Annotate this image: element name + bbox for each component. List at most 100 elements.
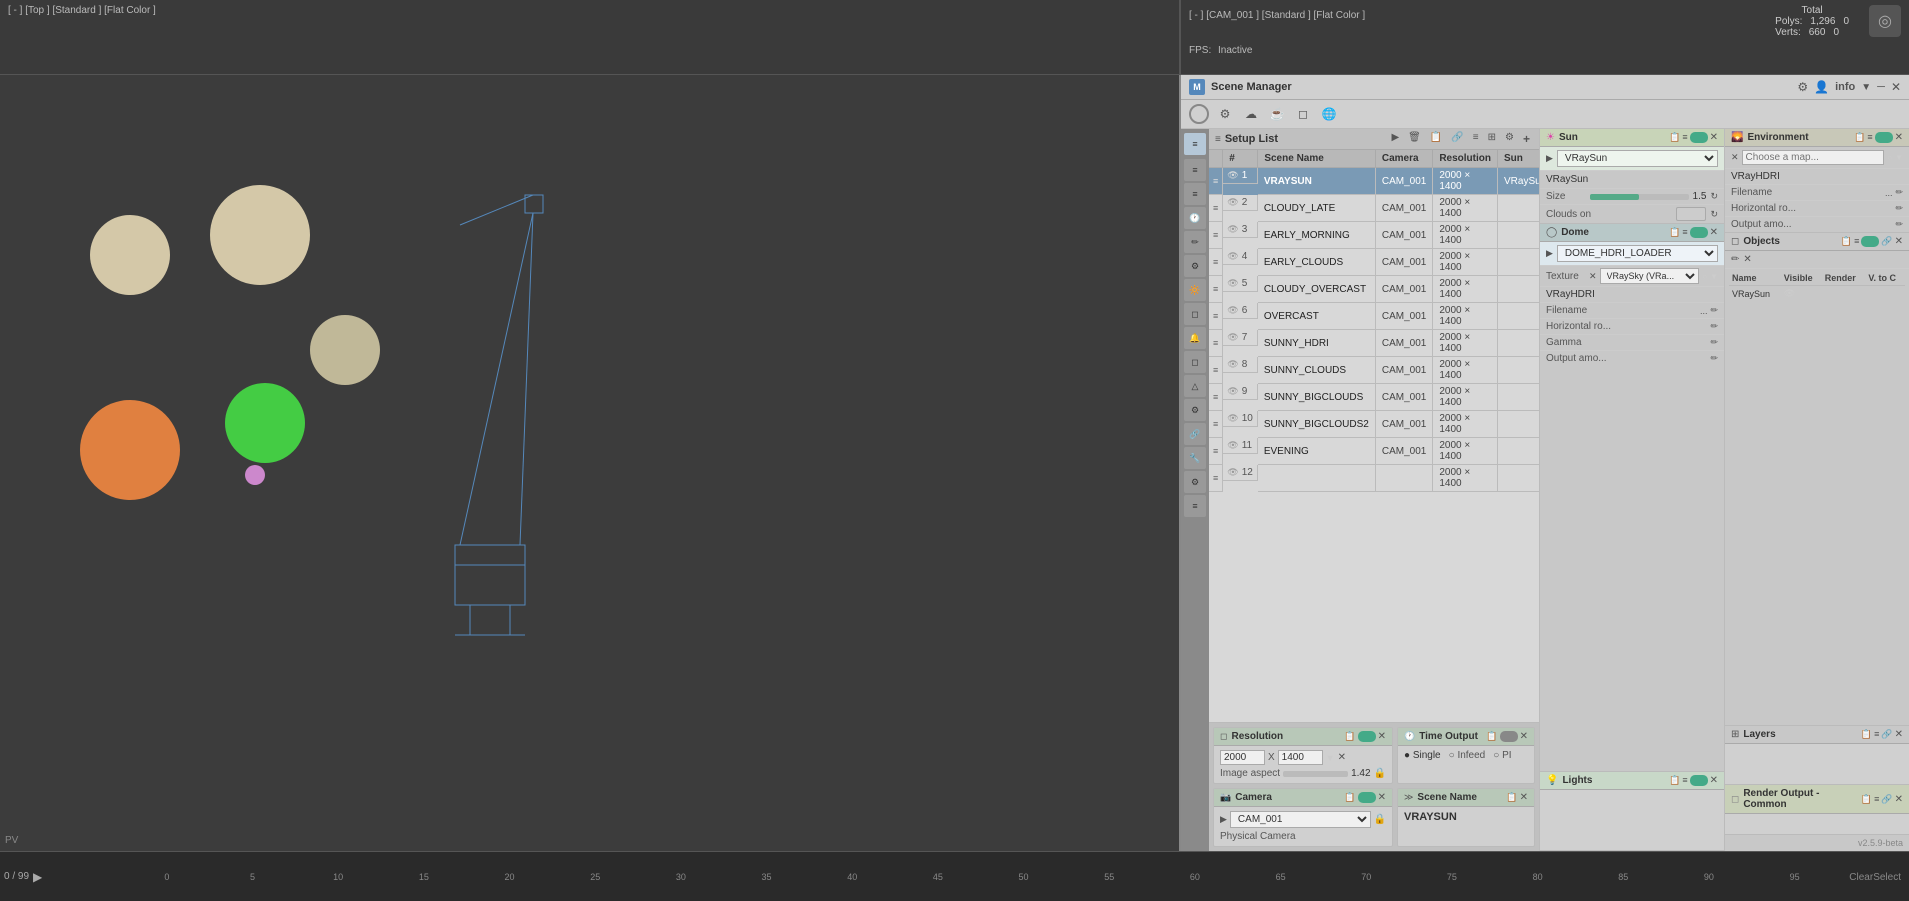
scene-table-row[interactable]: ≡ 👁 7 SUNNY_HDRI CAM_001 2000 × 1400 DOM… [1209,330,1539,357]
lights-toggle[interactable] [1690,775,1708,786]
clouds-toggle[interactable] [1676,207,1706,221]
sun-toggle[interactable] [1690,132,1708,143]
dome-list[interactable]: ≡ [1682,227,1687,238]
resolution-height-input[interactable] [1278,750,1323,765]
minimize-icon[interactable]: ─ [1877,81,1885,93]
res-dropdown[interactable]: ▼ [1326,753,1335,763]
cam-icon1[interactable]: 📋 [1344,792,1355,803]
env-close[interactable]: ✕ [1895,132,1903,143]
env-list[interactable]: ≡ [1867,132,1872,143]
infeed-radio[interactable]: ○ Infeed [1449,750,1486,761]
close-icon[interactable]: ✕ [1891,80,1901,94]
sidebar-icon-4[interactable]: 🕐 [1184,207,1206,229]
sidebar-icon-8[interactable]: ◻ [1184,303,1206,325]
scene-table-row[interactable]: ≡ 👁 1 VRAYSUN CAM_001 2000 × 1400 VRaySu… [1209,168,1539,195]
scene-table-row[interactable]: ≡ 👁 8 SUNNY_CLOUDS CAM_001 2000 × 1400 D… [1209,357,1539,384]
camera-select[interactable]: CAM_001 [1230,811,1371,828]
toolbar-cloud-icon[interactable]: ☁ [1241,104,1261,124]
user-icon[interactable]: 👤 [1814,80,1829,94]
ro-close[interactable]: ✕ [1895,794,1903,805]
cam-toggle[interactable] [1358,792,1376,803]
sidebar-icon-12[interactable]: ⚙ [1184,399,1206,421]
dome-output-pencil[interactable]: ✏ [1710,353,1718,364]
scene-table-row[interactable]: ≡ 👁 5 CLOUDY_OVERCAST CAM_001 2000 × 140… [1209,276,1539,303]
res-icon1[interactable]: 📋 [1344,731,1355,742]
layers-link[interactable]: 🔗 [1881,729,1892,740]
env-toggle[interactable] [1875,132,1893,143]
env-horiz-pencil[interactable]: ✏ [1895,203,1903,214]
scene-table-container[interactable]: # Scene Name Camera Resolution Sun Dome … [1209,150,1539,722]
ro-link[interactable]: 🔗 [1881,794,1892,805]
gear-icon[interactable]: ⚙ [1797,80,1808,94]
sidebar-icon-15[interactable]: ⚙ [1184,471,1206,493]
scene-table-row[interactable]: ≡ 👁 6 OVERCAST CAM_001 2000 × 1400 DOME_… [1209,303,1539,330]
render-icon[interactable]: ▶ [1388,132,1402,146]
time-toggle[interactable] [1500,731,1518,742]
res-x-icon[interactable]: ✕ [1338,752,1346,763]
sun-copy[interactable]: 📋 [1669,132,1680,143]
sun-select[interactable]: VRaySun [1557,150,1718,167]
delete-icon[interactable]: 🗑 [1405,132,1424,146]
lights-copy[interactable]: 📋 [1669,775,1680,786]
time-close[interactable]: ✕ [1520,731,1528,742]
add-icon[interactable]: + [1520,132,1533,146]
env-filename-pencil[interactable]: ✏ [1895,187,1903,198]
toolbar-settings-icon[interactable]: ⚙ [1215,104,1235,124]
dome-select[interactable]: DOME_HDRI_LOADER [1557,245,1718,262]
lock-icon2[interactable]: 🔒 [1374,768,1386,779]
link-icon2[interactable]: 🔗 [1448,132,1466,146]
sun-close[interactable]: ✕ [1710,132,1718,143]
sidebar-icon-9[interactable]: 🔔 [1184,327,1206,349]
dome-toggle[interactable] [1690,227,1708,238]
env-dot[interactable]: ○ [1887,153,1892,162]
sidebar-icon-1[interactable]: ≡ [1184,133,1206,155]
sidebar-icon-6[interactable]: ⚙ [1184,255,1206,277]
scene-table-row[interactable]: ≡ 👁 10 SUNNY_BIGCLOUDS2 CAM_001 2000 × 1… [1209,411,1539,438]
settings-icon2[interactable]: ⚙ [1502,132,1517,146]
sun-list[interactable]: ≡ [1682,132,1687,143]
sn-close[interactable]: ✕ [1520,792,1528,803]
dome-tex-dot[interactable]: ○ [1702,272,1707,281]
dome-gamma-pencil[interactable]: ✏ [1710,337,1718,348]
resolution-width-input[interactable] [1220,750,1265,765]
layers-close[interactable]: ✕ [1895,729,1903,740]
ro-copy[interactable]: 📋 [1861,794,1872,805]
scene-table-row[interactable]: ≡ 👁 11 EVENING CAM_001 2000 × 1400 DOME_… [1209,438,1539,465]
scene-table-row[interactable]: ≡ 👁 9 SUNNY_BIGCLOUDS CAM_001 2000 × 140… [1209,384,1539,411]
cam-close[interactable]: ✕ [1378,792,1386,803]
left-viewport[interactable]: PV [0,75,1179,851]
dome-horiz-pencil[interactable]: ✏ [1710,321,1718,332]
dome-texture-select[interactable]: VRaySky (VRa... [1600,268,1700,284]
ro-list[interactable]: ≡ [1874,794,1879,805]
layers-copy[interactable]: 📋 [1861,729,1872,740]
env-copy[interactable]: 📋 [1854,132,1865,143]
cam-lock[interactable]: 🔒 [1374,814,1386,825]
obj-pencil[interactable]: ✏ [1731,254,1739,265]
sn-icon1[interactable]: 📋 [1506,792,1517,803]
dome-filename-btn[interactable]: ... [1700,306,1708,316]
dome-filename-pencil[interactable]: ✏ [1710,305,1718,316]
lights-close[interactable]: ✕ [1710,775,1718,786]
expand-icon[interactable]: ▼ [1861,82,1871,93]
obj-visible[interactable]: 👁 [1781,286,1822,302]
sidebar-icon-5[interactable]: ✏ [1184,231,1206,253]
env-output-pencil[interactable]: ✏ [1895,219,1903,230]
obj-list[interactable]: ≡ [1854,236,1859,247]
env-arr[interactable]: ▼ [1895,153,1903,162]
sidebar-icon-7[interactable]: 🔆 [1184,279,1206,301]
toolbar-circle-icon[interactable] [1189,104,1209,124]
env-map-input[interactable] [1742,150,1885,165]
size-refresh[interactable]: ↻ [1710,191,1718,202]
toolbar-cup-icon[interactable]: ☕ [1267,104,1287,124]
obj-link2[interactable]: ✕ [1743,254,1751,265]
sidebar-icon-2[interactable]: ≡ [1184,159,1206,181]
obj-link[interactable]: 🔗 [1881,236,1892,247]
dome-close[interactable]: ✕ [1710,227,1718,238]
sidebar-icon-13[interactable]: 🔗 [1184,423,1206,445]
pi-radio[interactable]: ○ PI [1493,750,1511,761]
obj-close[interactable]: ✕ [1895,236,1903,247]
single-radio[interactable]: ● Single [1404,750,1441,761]
sidebar-icon-3[interactable]: ≡ [1184,183,1206,205]
lights-list[interactable]: ≡ [1682,775,1687,786]
list-icon[interactable]: ≡ [1470,132,1482,146]
